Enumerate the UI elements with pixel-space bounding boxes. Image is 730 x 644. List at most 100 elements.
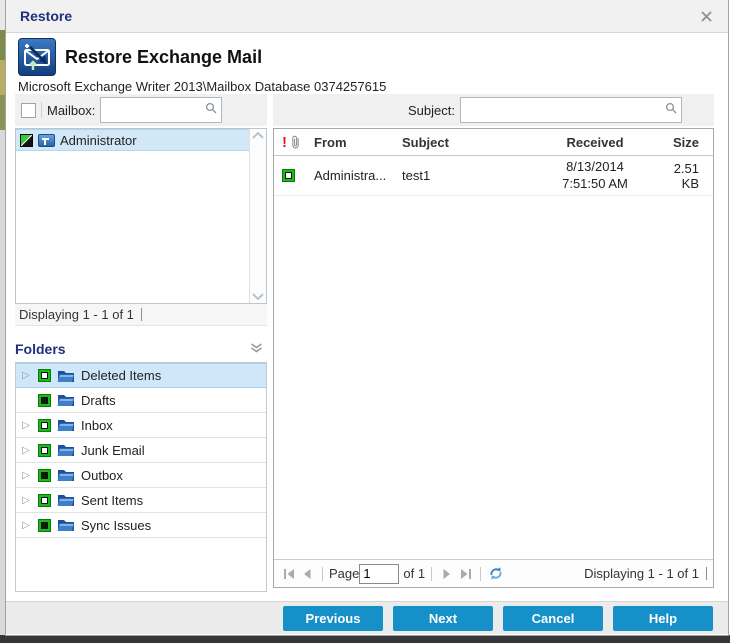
mailbox-search-input[interactable] xyxy=(100,97,222,123)
expand-arrow-icon[interactable]: ▷ xyxy=(20,520,32,531)
divider xyxy=(480,567,481,581)
mailbox-panel: Mailbox: Administrator xyxy=(15,94,267,592)
folder-row-sync-issues[interactable]: ▷ Sync Issues xyxy=(16,513,266,538)
folder-icon xyxy=(57,369,75,383)
restore-dialog: Restore Restore Exchange Mail Microsoft … xyxy=(5,0,729,636)
attachment-column-icon[interactable] xyxy=(291,135,300,149)
folder-icon xyxy=(57,418,75,432)
mailbox-item-administrator[interactable]: Administrator xyxy=(16,129,249,151)
close-button[interactable] xyxy=(698,8,714,24)
folder-row-outbox[interactable]: ▷ Outbox xyxy=(16,463,266,488)
folder-row-sent-items[interactable]: ▷ Sent Items xyxy=(16,488,266,513)
page-title: Restore Exchange Mail xyxy=(65,47,262,68)
checkbox-icon[interactable] xyxy=(38,369,51,382)
search-icon xyxy=(205,101,217,119)
messages-empty-area xyxy=(274,196,713,559)
expand-arrow-icon[interactable]: ▷ xyxy=(20,445,32,456)
folder-row-inbox[interactable]: ▷ Inbox xyxy=(16,413,266,438)
folders-title: Folders xyxy=(15,341,66,357)
checkbox-icon[interactable] xyxy=(38,519,51,532)
help-button[interactable]: Help xyxy=(613,606,713,631)
folder-icon xyxy=(57,493,75,507)
checkbox-icon[interactable] xyxy=(38,394,51,407)
folder-icon xyxy=(57,518,75,532)
mailbox-search-bar: Mailbox: xyxy=(15,94,267,126)
message-size: 2.51 KB xyxy=(660,161,713,191)
column-header-received[interactable]: Received xyxy=(530,135,660,150)
page-of-label: of 1 xyxy=(403,566,425,581)
refresh-button[interactable] xyxy=(487,565,505,583)
message-received: 8/13/2014 7:51:50 AM xyxy=(530,159,660,192)
divider xyxy=(706,567,707,580)
expand-arrow-icon[interactable]: ▷ xyxy=(20,470,32,481)
mailbox-label: Mailbox: xyxy=(47,103,95,118)
expand-arrow-icon[interactable]: ▷ xyxy=(20,495,32,506)
cancel-button[interactable]: Cancel xyxy=(503,606,603,631)
folder-label: Outbox xyxy=(81,468,123,483)
messages-panel: Subject: ! From xyxy=(273,94,714,588)
folders-header: Folders xyxy=(15,338,267,360)
folder-label: Deleted Items xyxy=(81,368,161,383)
importance-column-icon[interactable]: ! xyxy=(282,135,287,150)
mailbox-list-status: Displaying 1 - 1 of 1 xyxy=(15,304,267,326)
message-subject: test1 xyxy=(402,168,530,183)
previous-page-button[interactable] xyxy=(298,565,316,583)
dialog-title: Restore xyxy=(20,8,72,24)
checkbox-icon[interactable] xyxy=(38,419,51,432)
mailbox-user-icon xyxy=(38,134,55,147)
checkbox-icon[interactable] xyxy=(38,469,51,482)
messages-table: ! From Subject Received Size Administra.… xyxy=(273,128,714,588)
next-button[interactable]: Next xyxy=(393,606,493,631)
close-icon xyxy=(701,11,712,22)
mailbox-item-label: Administrator xyxy=(60,133,137,148)
message-from: Administra... xyxy=(314,168,402,183)
restore-mail-icon xyxy=(18,38,56,76)
column-header-size[interactable]: Size xyxy=(660,135,713,150)
checkbox-icon[interactable] xyxy=(38,494,51,507)
folder-icon xyxy=(57,393,75,407)
subject-label: Subject: xyxy=(408,103,455,118)
folder-icon xyxy=(57,468,75,482)
background-bottom-bar xyxy=(0,635,730,643)
messages-table-header: ! From Subject Received Size xyxy=(274,129,713,156)
header-block: Restore Exchange Mail Microsoft Exchange… xyxy=(18,38,714,94)
last-page-button[interactable] xyxy=(456,565,474,583)
scroll-up-icon[interactable] xyxy=(252,132,264,139)
next-page-button[interactable] xyxy=(438,565,456,583)
partial-check-icon[interactable] xyxy=(20,134,33,147)
scroll-down-icon[interactable] xyxy=(252,293,264,300)
divider xyxy=(41,102,42,118)
mailbox-checkbox[interactable] xyxy=(21,103,36,118)
folder-label: Junk Email xyxy=(81,443,145,458)
dialog-titlebar: Restore xyxy=(6,0,728,33)
mailbox-list: Administrator xyxy=(15,128,267,304)
checkbox-icon[interactable] xyxy=(38,444,51,457)
folder-label: Inbox xyxy=(81,418,113,433)
folder-row-deleted-items[interactable]: ▷ Deleted Items xyxy=(16,363,266,388)
expand-arrow-icon[interactable]: ▷ xyxy=(20,370,32,381)
message-checkbox-icon[interactable] xyxy=(282,169,295,182)
divider xyxy=(141,308,142,321)
pagination-status: Displaying 1 - 1 of 1 xyxy=(584,566,707,581)
folder-icon xyxy=(57,443,75,457)
pagination-bar: Page of 1 xyxy=(274,559,713,587)
mailbox-list-scrollbar[interactable] xyxy=(249,129,266,303)
expand-arrow-icon[interactable]: ▷ xyxy=(20,420,32,431)
search-icon xyxy=(665,101,677,119)
folder-row-junk-email[interactable]: ▷ Junk Email xyxy=(16,438,266,463)
folder-row-drafts[interactable]: Drafts xyxy=(16,388,266,413)
previous-button[interactable]: Previous xyxy=(283,606,383,631)
footer-bar: Previous Next Cancel Help xyxy=(6,601,728,634)
first-page-button[interactable] xyxy=(280,565,298,583)
folder-label: Sync Issues xyxy=(81,518,151,533)
folder-label: Drafts xyxy=(81,393,116,408)
subject-search-input[interactable] xyxy=(460,97,682,123)
page-subtitle: Microsoft Exchange Writer 2013\Mailbox D… xyxy=(18,79,714,94)
collapse-chevrons-icon[interactable] xyxy=(250,340,263,358)
divider xyxy=(322,567,323,581)
column-header-from[interactable]: From xyxy=(314,135,402,150)
page-label: Page xyxy=(329,566,359,581)
page-number-input[interactable] xyxy=(359,564,399,584)
column-header-subject[interactable]: Subject xyxy=(402,135,530,150)
message-row[interactable]: Administra... test1 8/13/2014 7:51:50 AM… xyxy=(274,156,713,196)
